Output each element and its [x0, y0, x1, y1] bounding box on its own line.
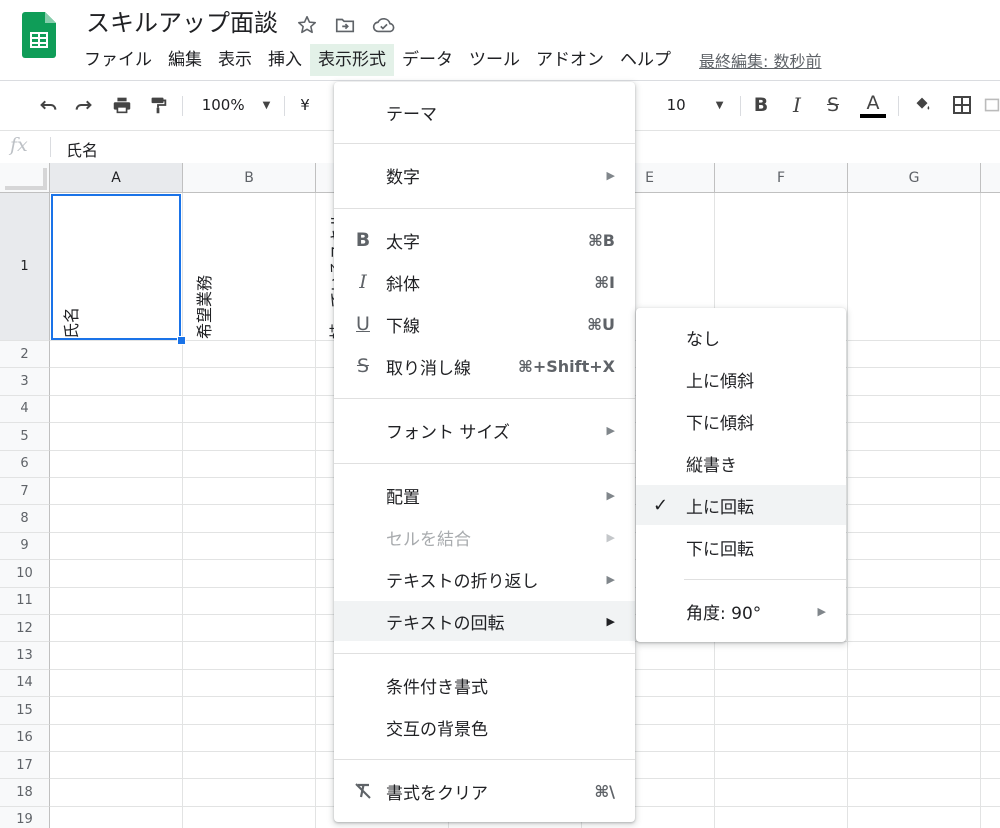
row-header-2[interactable]: 2 — [0, 341, 50, 369]
menu-edit[interactable]: 編集 — [160, 44, 210, 76]
menu-item-theme[interactable]: テーマ — [334, 92, 635, 132]
rotation-option-stack-vertically[interactable]: 縦書き — [636, 443, 846, 483]
menu-item-clear-format[interactable]: 書式をクリア ⌘\ — [334, 771, 635, 811]
menu-item-wrap[interactable]: テキストの折り返し ▶ — [334, 559, 635, 599]
menu-format[interactable]: 表示形式 — [310, 44, 394, 76]
menu-tools[interactable]: ツール — [461, 44, 528, 76]
chevron-down-icon: ▼ — [262, 99, 271, 111]
header-divider — [0, 80, 1000, 81]
star-icon[interactable] — [296, 14, 318, 36]
row-header-15[interactable]: 15 — [0, 697, 50, 725]
menu-data[interactable]: データ — [394, 44, 461, 76]
underline-icon: U — [356, 313, 370, 335]
rotation-option-tilt-up[interactable]: 上に傾斜 — [636, 359, 846, 399]
row-header-12[interactable]: 12 — [0, 615, 50, 643]
row-header-1[interactable]: 1 — [0, 193, 50, 341]
font-size-select[interactable]: 10 ▼ — [658, 91, 732, 119]
currency-format-button[interactable]: ¥ — [294, 91, 316, 119]
menu-item-merge-cells: セルを結合 ▶ — [386, 529, 615, 550]
italic-icon: I — [359, 271, 367, 293]
row-header-16[interactable]: 16 — [0, 724, 50, 752]
formula-input[interactable]: 氏名 — [66, 137, 98, 161]
menu-view[interactable]: 表示 — [210, 44, 260, 76]
submenu-arrow-icon: ▶ — [606, 572, 615, 586]
column-header-g[interactable]: G — [848, 163, 981, 193]
column-header-h[interactable] — [981, 163, 1000, 193]
last-edit-link[interactable]: 最終編集: 数秒前 — [699, 48, 821, 72]
menu-insert[interactable]: 挿入 — [260, 44, 310, 76]
row-header-3[interactable]: 3 — [0, 368, 50, 396]
rotation-option-tilt-down[interactable]: 下に傾斜 — [636, 401, 846, 441]
rotation-option-custom-angle[interactable]: 角度: 90° ▶ — [636, 591, 846, 631]
row-header-9[interactable]: 9 — [0, 532, 50, 561]
menu-item-text-rotation[interactable]: テキストの回転 ▶ — [334, 601, 635, 641]
menu-item-font-size[interactable]: フォント サイズ ▶ — [334, 410, 635, 450]
text-color-icon[interactable]: A — [858, 91, 888, 119]
zoom-select[interactable]: 100% ▼ — [196, 91, 276, 119]
fx-icon: fx — [10, 134, 28, 156]
select-all-corner[interactable] — [0, 163, 50, 193]
undo-icon[interactable] — [34, 91, 62, 119]
selected-cell-border — [51, 194, 181, 340]
document-title[interactable]: スキルアップ面談 — [86, 6, 278, 40]
submenu-arrow-icon: ▶ — [606, 168, 615, 182]
menu-addons[interactable]: アドオン — [528, 44, 612, 76]
sheets-logo-icon[interactable] — [22, 12, 56, 58]
borders-icon[interactable] — [948, 91, 976, 119]
row-header-11[interactable]: 11 — [0, 587, 50, 615]
row-header-4[interactable]: 4 — [0, 395, 50, 424]
row-header-7[interactable]: 7 — [0, 478, 50, 506]
column-header-b[interactable]: B — [183, 163, 316, 193]
move-folder-icon[interactable] — [334, 14, 356, 36]
fill-handle[interactable] — [177, 336, 186, 345]
strikethrough-icon[interactable]: S — [820, 91, 846, 119]
submenu-arrow-icon: ▶ — [606, 614, 615, 628]
clear-format-icon — [352, 780, 374, 802]
rotation-option-none[interactable]: なし — [636, 317, 846, 357]
chevron-down-icon: ▼ — [715, 99, 724, 111]
menu-item-number[interactable]: 数字 ▶ — [334, 155, 635, 195]
column-header-a[interactable]: A — [50, 163, 183, 193]
submenu-arrow-icon: ▶ — [606, 530, 615, 544]
bold-icon[interactable]: B — [748, 91, 774, 119]
row-header-18[interactable]: 18 — [0, 779, 50, 807]
rotation-option-rotate-down[interactable]: 下に回転 — [636, 527, 846, 567]
menu-item-bold[interactable]: B 太字 ⌘B — [334, 220, 635, 260]
format-menu: テーマ 数字 ▶ B 太字 ⌘B I 斜体 ⌘I U 下線 ⌘U S 取り消し線… — [334, 82, 635, 822]
menu-help[interactable]: ヘルプ — [612, 44, 679, 76]
row-header-17[interactable]: 17 — [0, 752, 50, 780]
strikethrough-icon: S — [356, 355, 370, 377]
redo-icon[interactable] — [70, 91, 98, 119]
menu-item-underline[interactable]: U 下線 ⌘U — [334, 304, 635, 344]
cell-b1[interactable]: 希望業務 — [191, 275, 215, 339]
menu-item-alternating-colors[interactable]: 交互の背景色 — [334, 707, 635, 747]
submenu-arrow-icon: ▶ — [606, 423, 615, 437]
fill-color-icon[interactable] — [908, 91, 936, 119]
submenu-arrow-icon: ▶ — [817, 604, 826, 618]
rotation-option-rotate-up[interactable]: ✓ 上に回転 — [636, 485, 846, 525]
row-header-14[interactable]: 14 — [0, 669, 50, 698]
bold-icon: B — [355, 229, 371, 251]
submenu-arrow-icon: ▶ — [606, 488, 615, 502]
paint-format-icon[interactable] — [144, 91, 172, 119]
row-header-6[interactable]: 6 — [0, 450, 50, 478]
italic-icon[interactable]: I — [784, 91, 810, 119]
row-header-8[interactable]: 8 — [0, 505, 50, 533]
cloud-saved-icon[interactable] — [372, 14, 395, 36]
checkmark-icon: ✓ — [653, 494, 669, 516]
row-header-19[interactable]: 19 — [0, 806, 50, 828]
menu-bar: ファイル 編集 表示 挿入 表示形式 データ ツール アドオン ヘルプ 最終編集… — [76, 44, 821, 76]
row-header-13[interactable]: 13 — [0, 642, 50, 670]
row-header-10[interactable]: 10 — [0, 560, 50, 588]
merge-cells-icon[interactable] — [984, 91, 1000, 119]
row-header-5[interactable]: 5 — [0, 423, 50, 451]
text-rotation-submenu: なし 上に傾斜 下に傾斜 縦書き ✓ 上に回転 下に回転 角度: 90° ▶ — [636, 308, 846, 642]
column-header-f[interactable]: F — [715, 163, 848, 193]
menu-item-italic[interactable]: I 斜体 ⌘I — [334, 262, 635, 302]
print-icon[interactable] — [108, 91, 136, 119]
menu-item-conditional-format[interactable]: 条件付き書式 — [334, 665, 635, 705]
menu-item-strikethrough[interactable]: S 取り消し線 ⌘+Shift+X — [334, 346, 635, 386]
menu-file[interactable]: ファイル — [76, 44, 160, 76]
menu-item-align[interactable]: 配置 ▶ — [334, 475, 635, 515]
